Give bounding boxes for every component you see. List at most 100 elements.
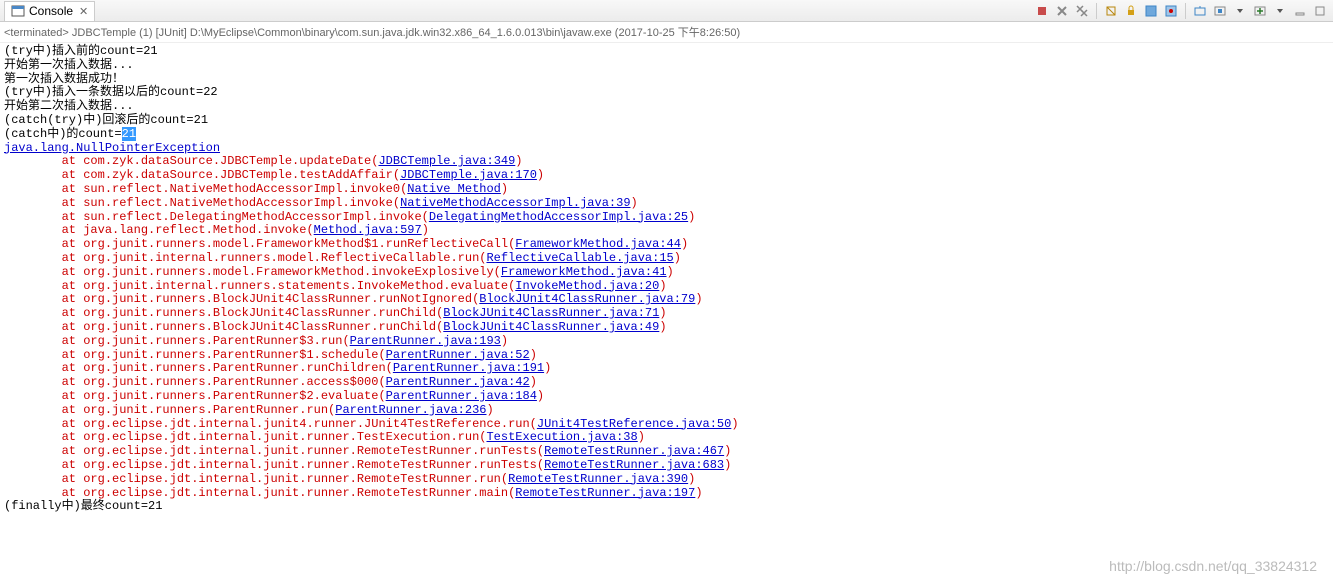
max-icon[interactable] — [1311, 2, 1329, 20]
console-line: (catch(try)中)回滚后的count=21 — [4, 114, 1329, 128]
dropdown-icon[interactable] — [1271, 2, 1289, 20]
console-line: at java.lang.reflect.Method.invoke(Metho… — [4, 224, 1329, 238]
source-link[interactable]: BlockJUnit4ClassRunner.java:49 — [443, 320, 659, 334]
source-link[interactable]: NativeMethodAccessorImpl.java:39 — [400, 196, 630, 210]
source-link[interactable]: RemoteTestRunner.java:683 — [544, 458, 724, 472]
source-link[interactable]: ParentRunner.java:193 — [350, 334, 501, 348]
launch-status: <terminated> JDBCTemple (1) [JUnit] D:\M… — [0, 22, 1333, 43]
console-line: at org.eclipse.jdt.internal.junit4.runne… — [4, 418, 1329, 432]
min-icon[interactable] — [1291, 2, 1309, 20]
open-icon[interactable] — [1211, 2, 1229, 20]
source-link[interactable]: ParentRunner.java:184 — [386, 389, 537, 403]
trace-text: ) — [681, 237, 688, 251]
trace-text: at java.lang.reflect.Method.invoke( — [62, 223, 314, 237]
source-link[interactable]: ParentRunner.java:191 — [393, 361, 544, 375]
console-line: java.lang.NullPointerException — [4, 142, 1329, 156]
trace-text: ) — [659, 279, 666, 293]
source-link[interactable]: ParentRunner.java:52 — [386, 348, 530, 362]
trace-text: at org.eclipse.jdt.internal.junit4.runne… — [62, 417, 537, 431]
trace-text: at org.junit.runners.ParentRunner$3.run( — [62, 334, 350, 348]
trace-text: at org.junit.runners.BlockJUnit4ClassRun… — [62, 320, 444, 334]
console-line: at org.eclipse.jdt.internal.junit.runner… — [4, 487, 1329, 501]
console-line: at sun.reflect.NativeMethodAccessorImpl.… — [4, 197, 1329, 211]
scroll-lock-icon[interactable] — [1122, 2, 1140, 20]
trace-text: ) — [724, 444, 731, 458]
trace-text: ) — [659, 320, 666, 334]
trace-text: at org.junit.runners.ParentRunner.runChi… — [62, 361, 393, 375]
trace-text: ) — [631, 196, 638, 210]
console-line: (catch中)的count=21 — [4, 128, 1329, 142]
console-tab[interactable]: Console ✕ — [4, 1, 95, 21]
source-link[interactable]: ParentRunner.java:236 — [335, 403, 486, 417]
clear-icon[interactable] — [1102, 2, 1120, 20]
trace-text: ) — [638, 430, 645, 444]
source-link[interactable]: FrameworkMethod.java:44 — [515, 237, 681, 251]
trace-text: at com.zyk.dataSource.JDBCTemple.updateD… — [62, 154, 379, 168]
console-line: at org.junit.runners.model.FrameworkMeth… — [4, 266, 1329, 280]
console-line: at org.junit.runners.ParentRunner$1.sche… — [4, 349, 1329, 363]
trace-text: ) — [530, 375, 537, 389]
console-output[interactable]: (try中)插入前的count=21开始第一次插入数据...第一次插入数据成功！… — [0, 43, 1333, 581]
source-link[interactable]: BlockJUnit4ClassRunner.java:79 — [479, 292, 695, 306]
console-line: at com.zyk.dataSource.JDBCTemple.testAdd… — [4, 169, 1329, 183]
dropdown-icon[interactable] — [1231, 2, 1249, 20]
console-line: at org.junit.runners.model.FrameworkMeth… — [4, 238, 1329, 252]
trace-text: ) — [537, 389, 544, 403]
new-console-icon[interactable] — [1251, 2, 1269, 20]
console-line: 开始第二次插入数据... — [4, 100, 1329, 114]
source-link[interactable]: BlockJUnit4ClassRunner.java:71 — [443, 306, 659, 320]
source-link[interactable]: FrameworkMethod.java:41 — [501, 265, 667, 279]
trace-text: at org.junit.runners.ParentRunner.access… — [62, 375, 386, 389]
source-link[interactable]: ReflectiveCallable.java:15 — [486, 251, 673, 265]
trace-text: ) — [501, 334, 508, 348]
trace-text: ) — [674, 251, 681, 265]
terminate-icon[interactable] — [1033, 2, 1051, 20]
trace-text: at org.junit.runners.model.FrameworkMeth… — [62, 237, 516, 251]
console-line: at org.junit.internal.runners.statements… — [4, 280, 1329, 294]
source-link[interactable]: JDBCTemple.java:170 — [400, 168, 537, 182]
console-line: at org.junit.runners.ParentRunner.run(Pa… — [4, 404, 1329, 418]
trace-text: ) — [544, 361, 551, 375]
console-line: at sun.reflect.NativeMethodAccessorImpl.… — [4, 183, 1329, 197]
source-link[interactable]: RemoteTestRunner.java:390 — [508, 472, 688, 486]
trace-text: ) — [659, 306, 666, 320]
remove-launch-icon[interactable] — [1053, 2, 1071, 20]
console-line: at org.junit.runners.ParentRunner$3.run(… — [4, 335, 1329, 349]
console-line: 开始第一次插入数据... — [4, 59, 1329, 73]
trace-text: ) — [731, 417, 738, 431]
exception-link[interactable]: java.lang.NullPointerException — [4, 141, 220, 155]
console-line: (try中)插入前的count=21 — [4, 45, 1329, 59]
source-link[interactable]: DelegatingMethodAccessorImpl.java:25 — [429, 210, 688, 224]
remove-all-icon[interactable] — [1073, 2, 1091, 20]
trace-text: at org.junit.runners.ParentRunner.run( — [62, 403, 336, 417]
trace-text: at org.junit.runners.BlockJUnit4ClassRun… — [62, 292, 480, 306]
trace-text: at sun.reflect.DelegatingMethodAccessorI… — [62, 210, 429, 224]
console-line: at org.junit.runners.BlockJUnit4ClassRun… — [4, 321, 1329, 335]
word-wrap-icon[interactable] — [1142, 2, 1160, 20]
source-link[interactable]: RemoteTestRunner.java:197 — [515, 486, 695, 500]
trace-text: at com.zyk.dataSource.JDBCTemple.testAdd… — [62, 168, 400, 182]
console-line: at org.eclipse.jdt.internal.junit.runner… — [4, 473, 1329, 487]
pin-icon[interactable] — [1162, 2, 1180, 20]
console-line: at org.junit.runners.ParentRunner.access… — [4, 376, 1329, 390]
trace-text: at org.junit.runners.model.FrameworkMeth… — [62, 265, 501, 279]
close-icon[interactable]: ✕ — [79, 5, 88, 18]
source-link[interactable]: Method.java:597 — [314, 223, 422, 237]
source-link[interactable]: JUnit4TestReference.java:50 — [537, 417, 731, 431]
toolbar-separator — [1185, 3, 1186, 19]
source-link[interactable]: ParentRunner.java:42 — [386, 375, 530, 389]
trace-text: ) — [724, 458, 731, 472]
display-icon[interactable] — [1191, 2, 1209, 20]
console-line: at org.junit.runners.BlockJUnit4ClassRun… — [4, 307, 1329, 321]
trace-text: ) — [501, 182, 508, 196]
trace-text: at org.eclipse.jdt.internal.junit.runner… — [62, 458, 544, 472]
highlighted-value: 21 — [122, 127, 136, 141]
console-line: (try中)插入一条数据以后的count=22 — [4, 86, 1329, 100]
source-link[interactable]: InvokeMethod.java:20 — [515, 279, 659, 293]
source-link[interactable]: RemoteTestRunner.java:467 — [544, 444, 724, 458]
source-link[interactable]: Native Method — [407, 182, 501, 196]
trace-text: at org.junit.runners.ParentRunner$1.sche… — [62, 348, 386, 362]
source-link[interactable]: JDBCTemple.java:349 — [378, 154, 515, 168]
source-link[interactable]: TestExecution.java:38 — [486, 430, 637, 444]
trace-text: ) — [688, 472, 695, 486]
